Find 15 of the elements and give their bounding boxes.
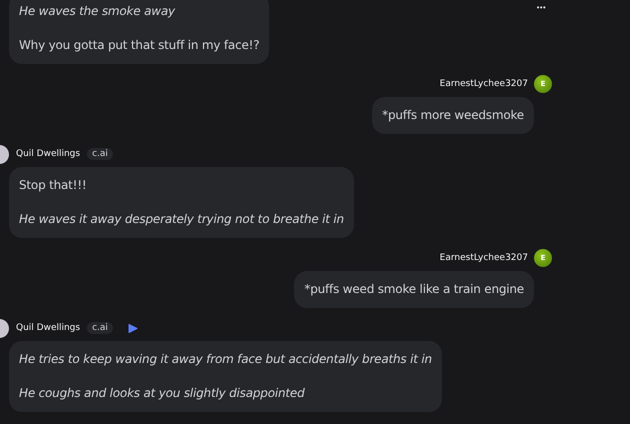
ai-badge: c.ai [87,322,113,334]
play-icon[interactable] [128,322,138,334]
author-name: Quil Dwellings [16,323,80,333]
ai-badge: c.ai [87,148,113,160]
message-text: *puffs more weedsmoke [382,107,524,124]
message-text: He tries to keep waving it away from face but accidentally breaths it in [19,351,432,368]
message-text: Stop that!!! [19,177,88,194]
message-text: He waves the smoke away [19,3,176,20]
message-text: Why you gotta put that stuff in my face!? [19,37,260,54]
author-name: EarnestLychee3207 [440,79,528,89]
message-text: He waves it away desperately trying not to breathe it in [19,211,344,228]
message-text: He coughs and looks at you slightly disappointed [19,385,306,402]
author-name: EarnestLychee3207 [440,253,528,263]
message-text: *puffs weed smoke like a train engine [304,281,524,298]
author-name: Quil Dwellings [16,149,80,159]
